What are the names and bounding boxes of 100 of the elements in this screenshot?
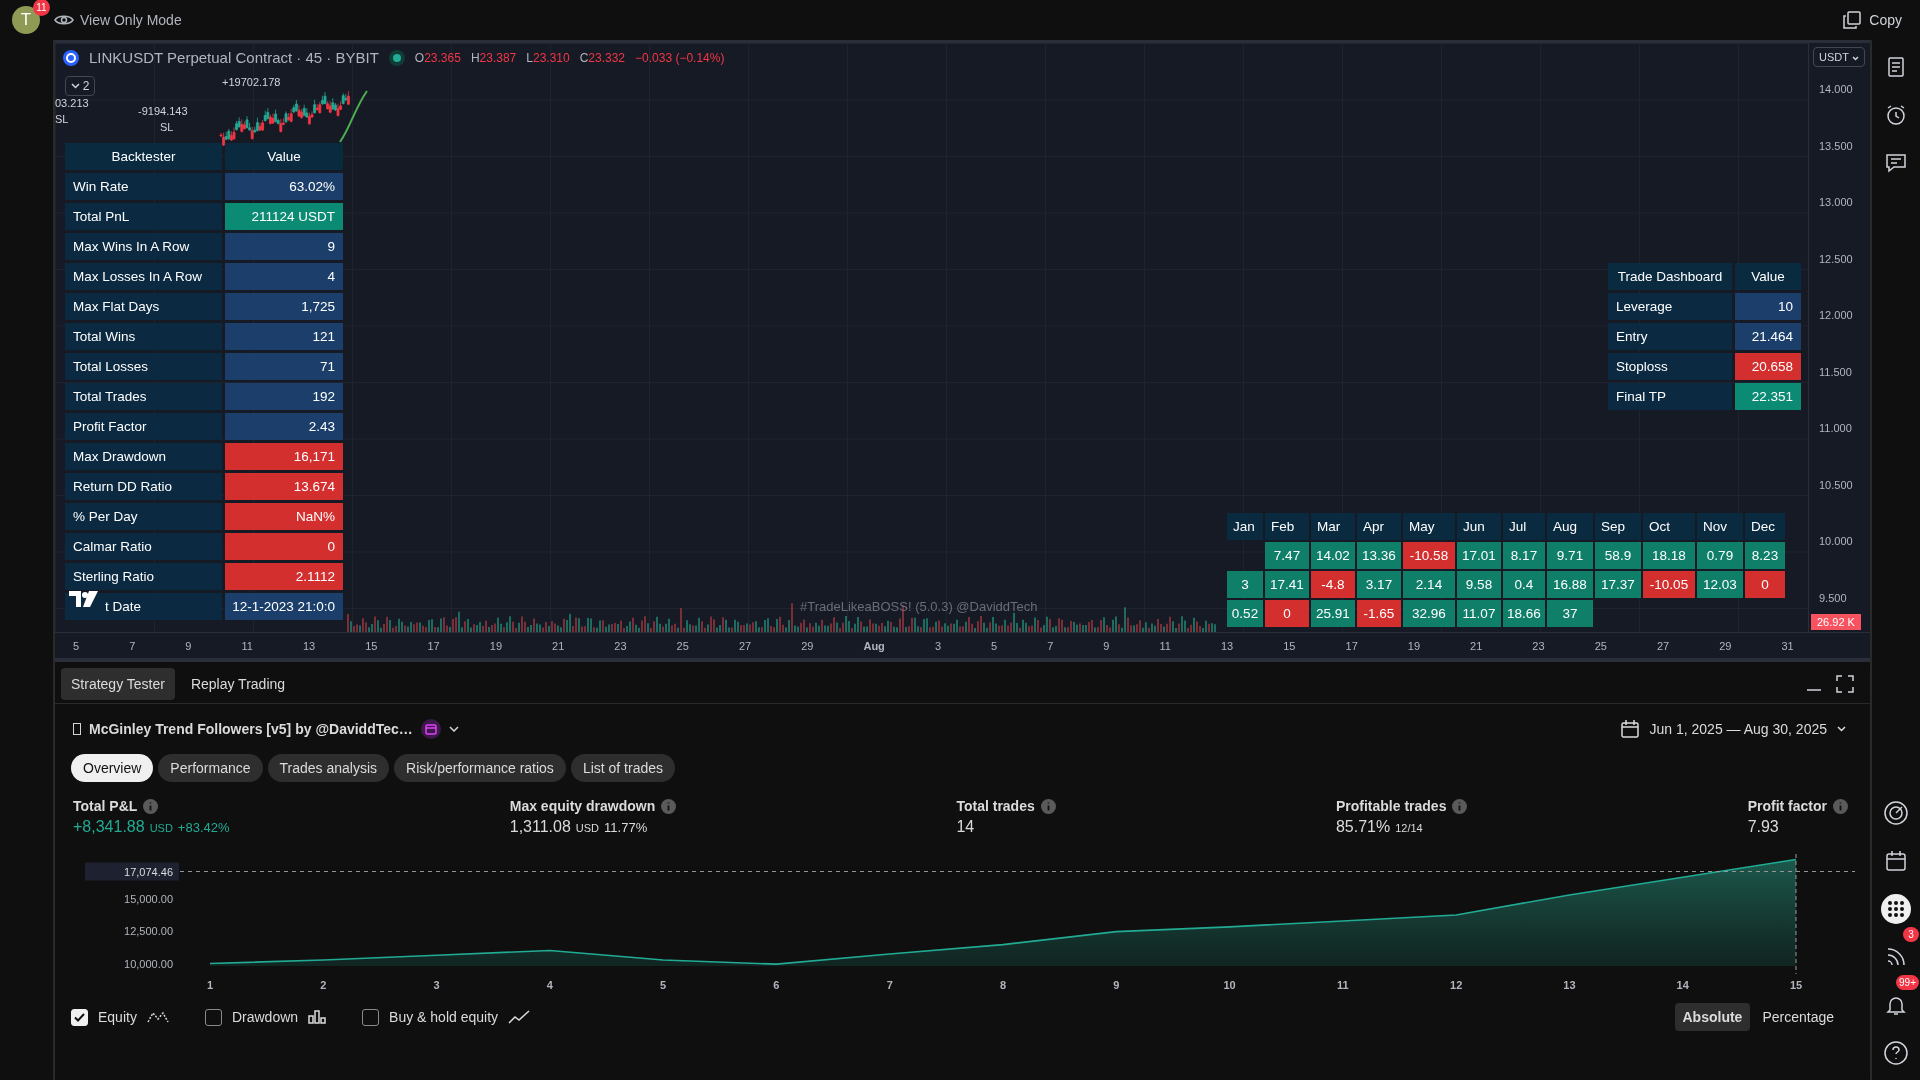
price-label: 12.500 (1819, 252, 1853, 265)
toolbar-button[interactable] (1881, 798, 1911, 828)
eye-icon (54, 13, 74, 27)
table-header: Value (225, 143, 343, 170)
table-cell: Final TP (1608, 383, 1732, 410)
time-label: 15 (1283, 639, 1296, 652)
table-cell: 11.07 (1457, 600, 1501, 627)
x-axis-label: 14 (1676, 979, 1689, 991)
mode-button[interactable]: Percentage (1754, 1003, 1842, 1031)
x-axis-label: 3 (433, 979, 440, 991)
table-cell: 9.71 (1547, 542, 1593, 569)
table-header: Apr (1357, 513, 1401, 540)
table-header: Value (1735, 263, 1801, 290)
toolbar-button[interactable] (1881, 894, 1911, 924)
notification-badge: 11 (33, 0, 50, 16)
table-cell: 2.43 (225, 413, 343, 440)
view-tab[interactable]: List of trades (570, 754, 676, 782)
price-label: 14.000 (1819, 83, 1853, 95)
table-cell: 18.18 (1643, 542, 1695, 569)
time-label: 29 (1719, 639, 1732, 652)
view-tab[interactable]: Performance (158, 754, 263, 782)
caret-icon[interactable] (448, 726, 459, 732)
coin-icon (63, 49, 79, 66)
trade-label: -9194.143 (138, 105, 188, 117)
currency-dropdown[interactable]: USDT (1813, 47, 1865, 67)
table-cell: 9 (225, 233, 343, 260)
x-axis-label: 1 (206, 979, 214, 991)
checkbox[interactable] (362, 1008, 380, 1026)
calendar-icon[interactable] (420, 719, 441, 739)
metric-label: Total P&L (73, 798, 230, 814)
metric-value: +8,341.88 (73, 818, 145, 836)
time-label: 25 (1594, 639, 1607, 652)
time-label: 25 (676, 639, 689, 652)
price-label: 11.500 (1819, 365, 1852, 378)
metric-label: Profitable trades (1335, 798, 1468, 814)
table-cell: 16,171 (225, 443, 343, 470)
metric-extra: 11.77% (604, 820, 648, 835)
panel-tab[interactable]: Replay Trading (180, 667, 296, 700)
ohlc-value: O23.365 (414, 50, 461, 65)
table-cell: Win Rate (65, 173, 222, 200)
metric-value: 85.71% (1335, 818, 1391, 836)
y-axis-label: 10,000.00 (124, 957, 173, 970)
price-label: 11.000 (1819, 422, 1852, 434)
table-cell: Leverage (1608, 293, 1732, 320)
placeholder-glyph-icon (73, 723, 81, 735)
table-cell: 0 (1745, 571, 1785, 598)
info-icon[interactable] (1040, 798, 1056, 814)
mode-button[interactable]: Absolute (1674, 1003, 1751, 1031)
trend-line-icon (508, 1010, 531, 1024)
table-cell: 0.52 (1227, 600, 1263, 627)
info-icon[interactable] (661, 798, 677, 814)
table-cell: Max Losses In A Row (65, 263, 222, 290)
table-header: Jul (1503, 513, 1545, 540)
y-axis-label: 15,000.00 (124, 892, 173, 905)
view-tab[interactable]: Trades analysis (267, 754, 390, 782)
collapse-button[interactable]: 2 (65, 76, 95, 96)
help-icon (1883, 1040, 1909, 1066)
time-label: 31 (1781, 639, 1794, 652)
maximize-icon[interactable] (1836, 674, 1854, 693)
time-label: 5 (991, 639, 998, 652)
series-toggle[interactable]: Drawdown (204, 1008, 327, 1026)
time-label: 11 (1159, 639, 1171, 652)
table-cell: Total Trades (65, 383, 222, 410)
table-cell: 17.01 (1457, 542, 1501, 569)
table-cell: 12-1-2023 21:0:0 (225, 593, 343, 620)
copy-button[interactable]: Copy (1837, 10, 1908, 30)
table-cell: 32.96 (1403, 600, 1455, 627)
x-axis-label: 4 (546, 979, 553, 991)
table-cell: 2.14 (1403, 571, 1455, 598)
panel-tab[interactable]: Strategy Tester (61, 667, 175, 700)
price-label: 9.500 (1819, 591, 1847, 604)
time-label: 17 (1345, 639, 1358, 652)
caret-icon (1837, 726, 1846, 732)
checkbox[interactable] (204, 1008, 222, 1026)
x-axis-label: 12 (1450, 979, 1463, 991)
value-tag: 17,074.46 (124, 865, 173, 878)
info-icon[interactable] (143, 798, 159, 814)
view-tab[interactable]: Overview (71, 754, 154, 782)
volume-tag: 26.92 K (1811, 614, 1861, 630)
toolbar-button[interactable] (1881, 1038, 1911, 1068)
table-cell: 3 (1227, 571, 1263, 598)
series-toggle[interactable]: Equity (71, 1008, 169, 1026)
view-mode-text: View Only Mode (80, 12, 182, 28)
date-range-button[interactable]: Jun 1, 2025 — Aug 30, 2025 (1613, 718, 1852, 740)
table-cell: % Per Day (65, 503, 222, 530)
info-icon[interactable] (1452, 798, 1468, 814)
series-toggle[interactable]: Buy & hold equity (362, 1008, 531, 1026)
table-cell: t Date (65, 593, 222, 620)
time-label: 27 (1656, 639, 1670, 652)
time-label: 21 (552, 639, 565, 652)
price-label: 12.000 (1819, 309, 1853, 321)
view-tab[interactable]: Risk/performance ratios (394, 754, 566, 782)
table-cell: 13.674 (225, 473, 343, 500)
table-cell: Return DD Ratio (65, 473, 222, 500)
info-icon[interactable] (1832, 798, 1848, 814)
gauge-icon (1883, 800, 1909, 826)
time-label: 17 (427, 639, 440, 652)
x-axis-label: 11 (1337, 979, 1349, 991)
table-cell: 13.36 (1357, 542, 1401, 569)
x-axis-label: 7 (886, 979, 893, 991)
